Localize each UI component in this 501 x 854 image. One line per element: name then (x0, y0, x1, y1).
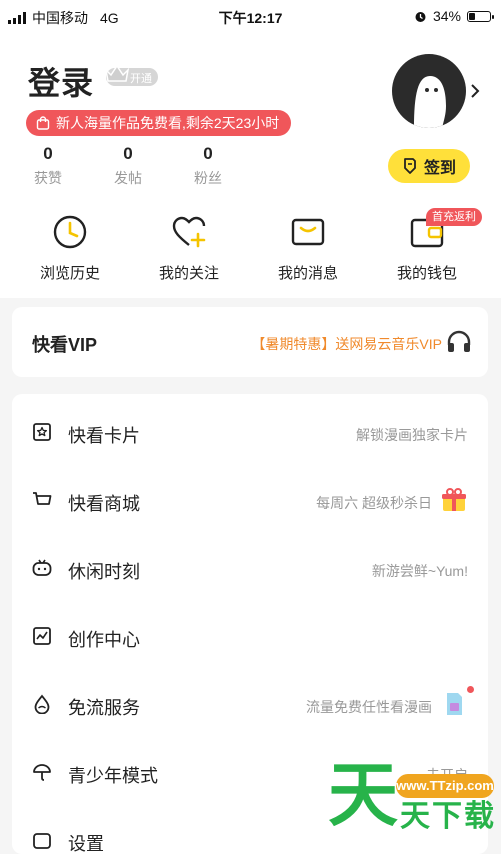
stat-likes-label: 获赞 (34, 170, 62, 186)
menu-item-teen-mode-label: 青少年模式 (68, 766, 158, 786)
menu-item-leisure[interactable]: 休闲时刻 新游尝鲜~Yum! (12, 534, 488, 602)
quick-following[interactable]: 我的关注 (139, 212, 239, 283)
watermark-small-text: 天下载 (400, 800, 496, 833)
umbrella-icon (33, 764, 51, 781)
avatar[interactable] (392, 54, 466, 128)
battery-icon (467, 10, 494, 22)
gift-icon (442, 488, 466, 511)
quick-wallet-label: 我的钱包 (396, 265, 457, 282)
notification-dot (467, 686, 474, 693)
profile-stats: 0 获赞 0 发帖 0 粉丝 (0, 144, 260, 194)
vip-title: 快看VIP (32, 335, 98, 355)
menu-item-cards[interactable]: 快看卡片 解锁漫画独家卡片 (12, 398, 488, 466)
watermark-url: www.TTzip.com (396, 774, 494, 798)
login-link[interactable]: 登录 (28, 58, 94, 104)
quick-browse-history-label: 浏览历史 (39, 265, 100, 282)
menu-item-cards-sub: 解锁漫画独家卡片 (356, 427, 468, 443)
alarm-icon (415, 11, 426, 22)
menu-item-mall[interactable]: 快看商城 每周六 超级秒杀日 (12, 466, 488, 534)
headphones-icon (447, 330, 471, 352)
battery-percent: 34% (432, 8, 461, 24)
signin-pen-icon (404, 158, 416, 174)
shopping-bag-icon (36, 116, 50, 130)
vip-promo: 【暑期特惠】送网易云音乐VIP (251, 336, 442, 352)
message-icon (291, 218, 325, 246)
menu-item-free-data-sub: 流量免费任性看漫画 (306, 699, 432, 715)
menu-item-free-data[interactable]: 免流服务 流量免费任性看漫画 (12, 670, 488, 738)
menu-item-free-data-label: 免流服务 (68, 698, 140, 718)
quick-messages-label: 我的消息 (277, 265, 338, 282)
vip-card[interactable]: 快看VIP 【暑期特惠】送网易云音乐VIP (12, 307, 488, 377)
menu-item-cards-label: 快看卡片 (68, 426, 140, 446)
quick-following-label: 我的关注 (158, 265, 219, 282)
menu-item-leisure-label: 休闲时刻 (68, 562, 140, 582)
signin-label: 签到 (423, 160, 456, 177)
clock-icon (53, 215, 87, 249)
stat-posts[interactable]: 0 发帖 (98, 144, 158, 188)
stat-fans-value: 0 (203, 144, 213, 163)
stat-fans-label: 粉丝 (194, 170, 222, 186)
first-recharge-badge: 首充返利 (426, 208, 482, 226)
chart-icon (33, 627, 51, 645)
game-icon (32, 559, 52, 576)
watermark-logo: 天 www.TTzip.com 天下载 (326, 752, 498, 838)
menu-item-creator-label: 创作中心 (68, 630, 140, 650)
menu-item-mall-sub: 每周六 超级秒杀日 (316, 495, 432, 511)
settings-icon (33, 833, 51, 849)
default-avatar-icon (414, 76, 446, 128)
quick-browse-history[interactable]: 浏览历史 (20, 212, 120, 283)
profile-header: 登录 开通 新人海量作品免费看,剩余2天23小时 0 获赞 0 发帖 0 粉丝 … (0, 32, 501, 298)
vip-badge-label: 开通 (130, 73, 152, 85)
menu-item-mall-label: 快看商城 (68, 494, 140, 514)
watermark-big-char: 天 (328, 756, 398, 834)
crown-icon (104, 64, 130, 82)
stat-likes-value: 0 (43, 144, 53, 163)
menu-item-creator[interactable]: 创作中心 (12, 602, 488, 670)
newbie-free-banner[interactable]: 新人海量作品免费看,剩余2天23小时 (26, 110, 292, 136)
stat-posts-label: 发帖 (114, 170, 142, 186)
card-star-icon (33, 423, 51, 441)
stat-fans[interactable]: 0 粉丝 (178, 144, 238, 188)
droplet-icon (34, 694, 50, 714)
menu-item-leisure-sub: 新游尝鲜~Yum! (371, 563, 468, 579)
cart-icon (33, 492, 52, 505)
quick-messages[interactable]: 我的消息 (258, 212, 358, 283)
signin-button[interactable]: 签到 (388, 149, 470, 183)
sim-card-icon (447, 693, 462, 715)
chevron-right-icon[interactable] (470, 83, 480, 99)
stat-posts-value: 0 (123, 144, 133, 163)
heart-plus-icon (172, 216, 206, 248)
newbie-banner-text: 新人海量作品免费看,剩余2天23小时 (56, 115, 280, 131)
stat-likes[interactable]: 0 获赞 (18, 144, 78, 188)
menu-item-settings-label: 设置 (68, 834, 104, 854)
status-bar: 中国移动 4G 下午12:17 34% (0, 0, 501, 32)
vip-activate-badge[interactable]: 开通 (104, 64, 158, 86)
